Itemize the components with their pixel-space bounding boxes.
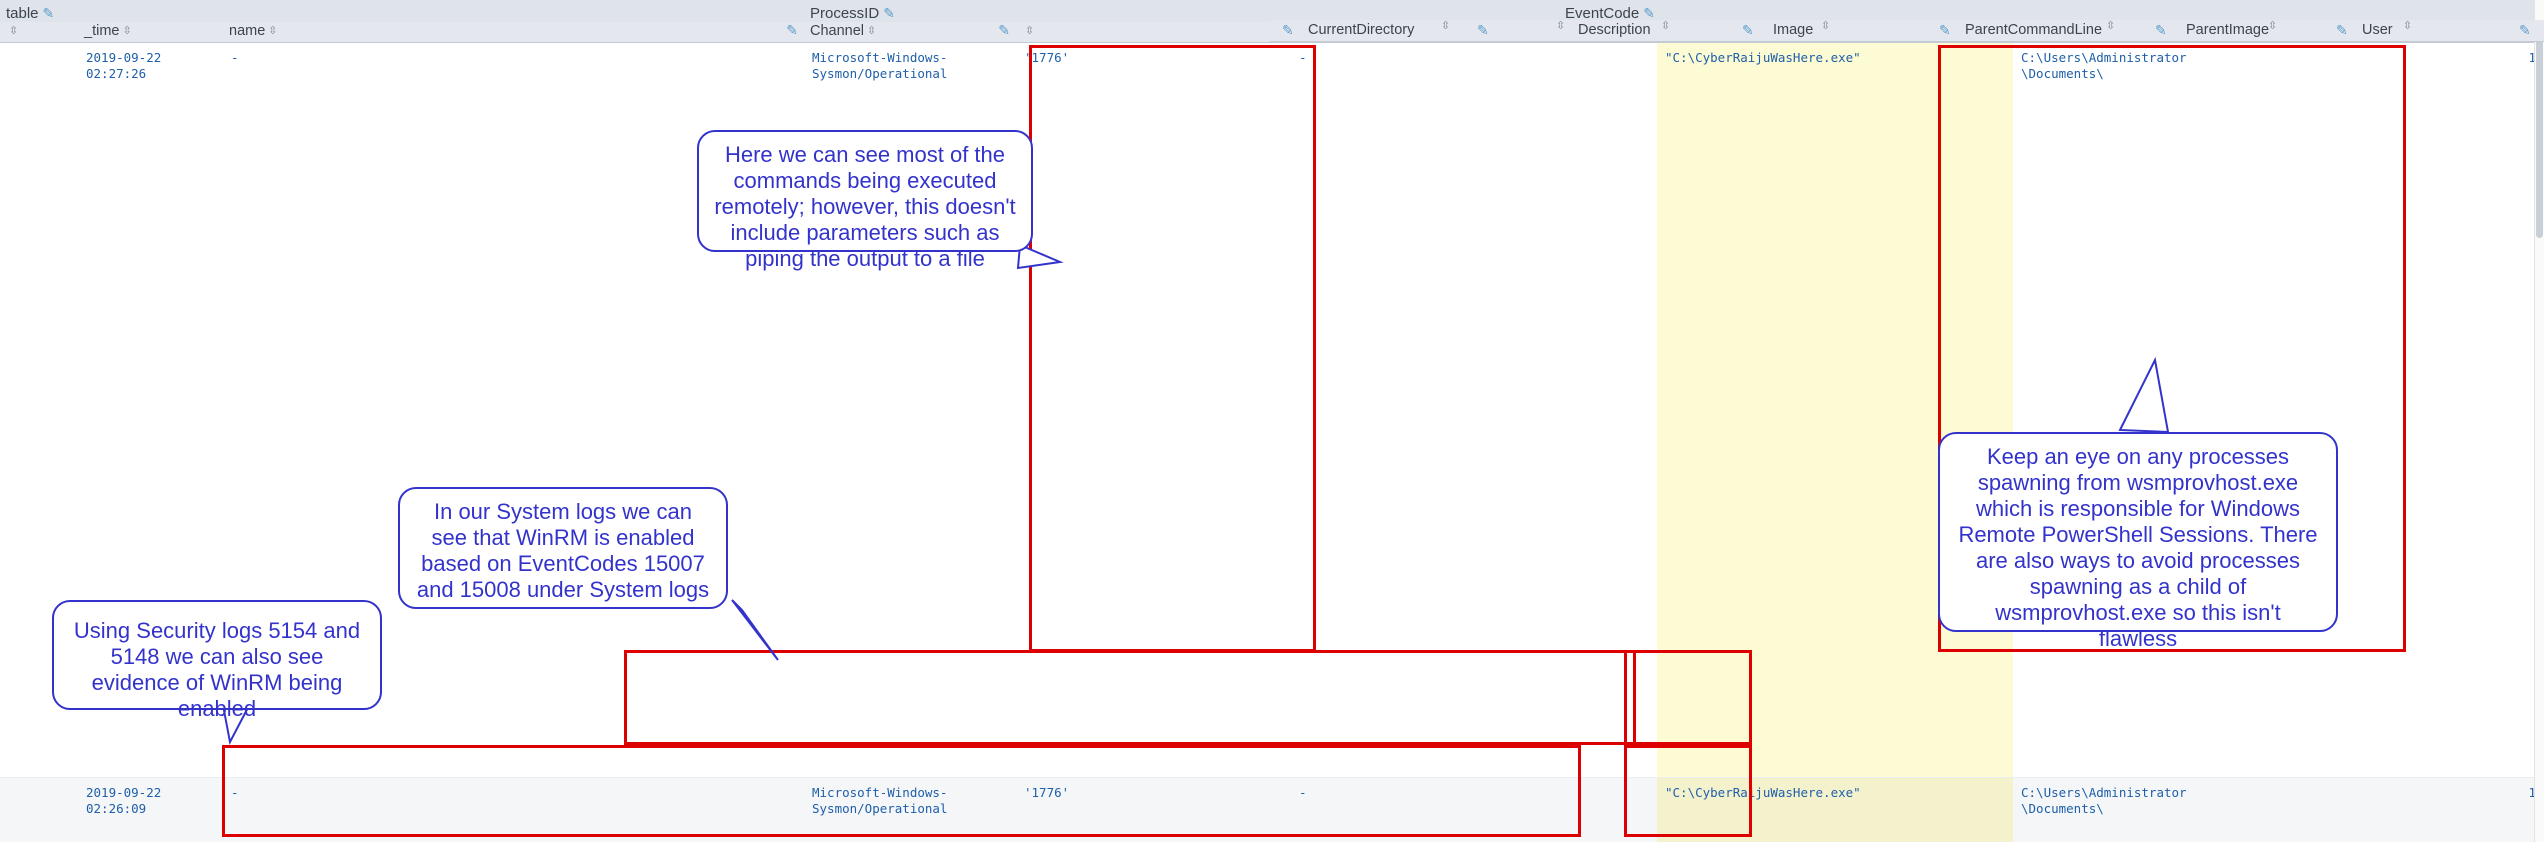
col-header-channel[interactable]: Channel ⇳ [804, 22, 896, 43]
col-header-currentdirectory-right-label: CurrentDirectory [1308, 22, 1415, 38]
col-header-name[interactable]: name ⇳ [223, 22, 601, 43]
table-label: table [6, 5, 39, 22]
hdr-top-blank-2 [896, 0, 1559, 22]
cell-name[interactable]: - [223, 777, 804, 842]
sort-arrow-icon[interactable]: ⇳ [1441, 21, 1450, 32]
col-header-description-label: Description [1578, 22, 1651, 38]
table-header-top-row: table ✎ ProcessID ✎ EventCode ✎ [0, 0, 2544, 22]
edit-pencil-icon[interactable]: ✎ [883, 5, 895, 22]
callout-system-logs-note: In our System logs we can see that WinRM… [398, 487, 728, 609]
vertical-scrollbar[interactable] [2534, 0, 2544, 842]
table-label-cell: table ✎ [0, 0, 78, 22]
edit-pencil-icon[interactable]: ✎ [1282, 22, 1294, 39]
cell-eventcode[interactable]: 1 [2391, 42, 2544, 778]
col-header-name-edit-cell[interactable]: ✎ [601, 22, 804, 43]
edit-pencil-icon[interactable]: ✎ [2519, 22, 2531, 39]
callout-security-logs-note: Using Security logs 5154 and 5148 we can… [52, 600, 382, 721]
col-header-processid[interactable]: ⇳ [1016, 22, 1291, 43]
cell-processid[interactable]: '1776' [1016, 777, 1291, 842]
col-header-image-label: Image [1773, 22, 1814, 38]
hdr-top-blank-3 [1657, 0, 2544, 22]
col-header-parentimage-label: ParentImage [2186, 22, 2270, 38]
sort-arrow-icon[interactable]: ⇳ [268, 25, 277, 36]
table-row[interactable]: 2019-09-22 02:26:09- Microsoft-Windows- S… [0, 777, 2544, 842]
edit-pencil-icon[interactable]: ✎ [786, 22, 798, 39]
col-header-time-label: _time [84, 23, 120, 39]
sort-arrow-icon[interactable]: ⇳ [2106, 21, 2115, 32]
cell-_time[interactable]: 2019-09-22 02:26:09 [78, 777, 223, 842]
row-gutter-cell [0, 777, 78, 842]
col-header-channel-edit-cell[interactable]: ✎ [896, 22, 1016, 43]
edit-pencil-icon[interactable]: ✎ [43, 5, 55, 22]
sort-arrow-icon[interactable]: ⇳ [122, 25, 131, 36]
hdr-top-blank-1 [78, 0, 804, 22]
cell-url[interactable]: - [1291, 42, 1657, 778]
sort-arrow-icon[interactable]: ⇳ [9, 25, 18, 36]
sort-arrow-icon[interactable]: ⇳ [1661, 21, 1670, 32]
sort-arrow-icon[interactable]: ⇳ [1556, 21, 1565, 32]
edit-pencil-icon[interactable]: ✎ [1939, 22, 1951, 39]
events-table: table ✎ ProcessID ✎ EventCode ✎ ⇳ _time ⇳ [0, 0, 2544, 842]
cell-eventcode[interactable]: 1 [2391, 777, 2544, 842]
col-header-user-label: User [2362, 22, 2393, 38]
col-header-rownum[interactable]: ⇳ [0, 22, 78, 43]
table-header-row-right: ✎ CurrentDirectory ⇳ ✎ ⇳ Description ⇳ ✎… [1270, 20, 2544, 42]
cell-processid[interactable]: '1776' [1016, 42, 1291, 778]
edit-pencil-icon[interactable]: ✎ [2155, 22, 2167, 39]
eventcode-top-label-cell: EventCode ✎ [1559, 0, 1657, 22]
cell-commandline[interactable]: "C:\CyberRaijuWasHere.exe" [1657, 777, 2013, 842]
scrollbar-thumb[interactable] [2536, 38, 2543, 238]
sort-arrow-icon[interactable]: ⇳ [2403, 21, 2412, 32]
sort-arrow-icon[interactable]: ⇳ [867, 25, 876, 36]
col-header-name-label: name [229, 23, 266, 39]
processid-top-label: ProcessID [810, 5, 880, 22]
edit-pencil-icon[interactable]: ✎ [998, 22, 1010, 39]
cell-currentdirectory[interactable]: C:\Users\Administrator \Documents\ [2013, 777, 2391, 842]
col-header-time[interactable]: _time ⇳ [78, 22, 223, 43]
sort-arrow-icon[interactable]: ⇳ [1025, 25, 1034, 36]
splunk-results-table-screenshot: table ✎ ProcessID ✎ EventCode ✎ ⇳ _time ⇳ [0, 0, 2544, 842]
processid-top-label-cell: ProcessID ✎ [804, 0, 896, 22]
callout-wsmprovhost-note: Keep an eye on any processes spawning fr… [1938, 432, 2338, 651]
edit-pencil-icon[interactable]: ✎ [1742, 22, 1754, 39]
sort-arrow-icon[interactable]: ⇳ [1821, 21, 1830, 32]
edit-pencil-icon[interactable]: ✎ [2336, 22, 2348, 39]
col-header-parentcommandline-label: ParentCommandLine [1965, 22, 2103, 38]
sort-arrow-icon[interactable]: ⇳ [2268, 21, 2277, 32]
cell-url[interactable]: - [1291, 777, 1657, 842]
callout-commandline-note: Here we can see most of the commands bei… [697, 130, 1033, 271]
col-header-channel-label: Channel [810, 23, 865, 39]
cell-commandline[interactable]: "C:\CyberRaijuWasHere.exe" [1657, 42, 2013, 778]
cell-currentdirectory[interactable]: C:\Users\Administrator \Documents\ [2013, 42, 2391, 778]
cell-channel[interactable]: Microsoft-Windows- Sysmon/Operational [804, 777, 1016, 842]
edit-pencil-icon[interactable]: ✎ [1477, 22, 1489, 39]
